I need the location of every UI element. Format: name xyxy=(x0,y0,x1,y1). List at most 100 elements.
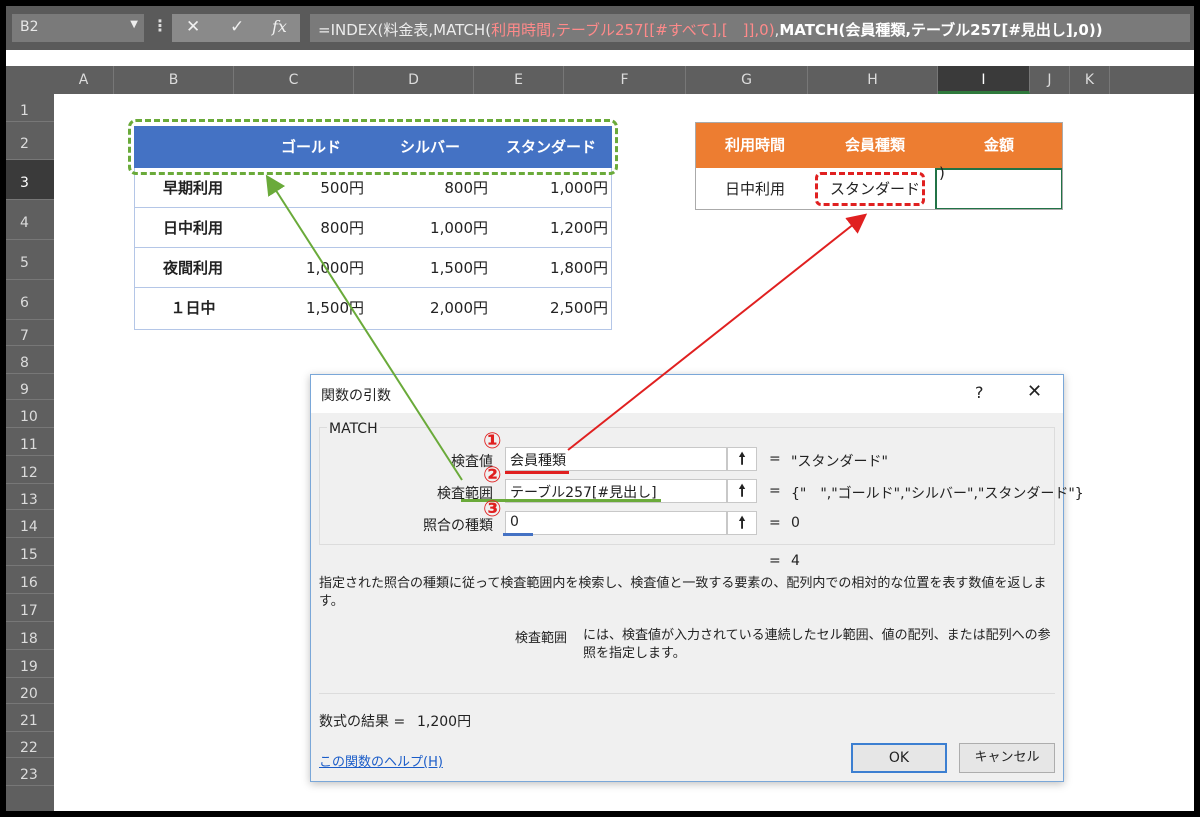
lookup-table-border xyxy=(695,122,1063,210)
excel-window: B2 ▼ ⋮ ✕ ✓ fx =INDEX(料金表,MATCH(利用時間,テーブル… xyxy=(0,0,1200,817)
price-cell[interactable]: 1,000円 xyxy=(490,168,608,208)
row-label[interactable]: 夜間利用 xyxy=(134,248,252,288)
column-header-a[interactable]: A xyxy=(54,66,114,94)
lookup-value-result: "スタンダード" xyxy=(791,454,888,470)
column-header-f[interactable]: F xyxy=(564,66,686,94)
price-cell[interactable]: 800円 xyxy=(252,208,364,248)
collapse-dialog-icon[interactable]: 🠕 xyxy=(727,447,757,471)
function-help-link[interactable]: この関数のヘルプ(H) xyxy=(319,751,443,770)
price-cell[interactable]: 1,200円 xyxy=(490,208,608,248)
row-header-22[interactable]: 22 xyxy=(6,732,54,758)
lookup-value-input[interactable]: 会員種類 xyxy=(505,447,727,471)
lookup-table: 利用時間 会員種類 金額 日中利用 スタンダード ) xyxy=(695,122,1063,210)
underline-blue xyxy=(503,533,533,536)
ok-button[interactable]: OK xyxy=(851,743,947,773)
row-header-8[interactable]: 8 xyxy=(6,346,54,374)
column-header-j[interactable]: J xyxy=(1030,66,1070,94)
row-header-14[interactable]: 14 xyxy=(6,510,54,538)
formula-input[interactable]: =INDEX(料金表,MATCH(利用時間,テーブル257[[#すべて],[ ]… xyxy=(310,14,1190,42)
more-options-icon: ⋮ xyxy=(152,16,168,35)
equals-sign: = xyxy=(769,553,781,569)
row-label[interactable]: １日中 xyxy=(134,288,252,328)
collapse-dialog-icon[interactable]: 🠕 xyxy=(727,479,757,503)
row-header-11[interactable]: 11 xyxy=(6,428,54,456)
argument-description: には、検査値が入力されている連続したセル範囲、値の配列、または配列への参照を指定… xyxy=(583,628,1051,661)
row-header-3[interactable]: 3 xyxy=(6,160,54,200)
row-header-13[interactable]: 13 xyxy=(6,484,54,510)
price-cell[interactable]: 1,500円 xyxy=(370,248,488,288)
formula-text-part1: =INDEX(料金表,MATCH( xyxy=(318,21,492,39)
help-icon[interactable]: ? xyxy=(975,383,984,402)
marker-2: ② xyxy=(483,463,502,488)
match-type-input[interactable]: 0 xyxy=(505,511,727,535)
row-header-12[interactable]: 12 xyxy=(6,456,54,484)
column-header-h[interactable]: H xyxy=(808,66,938,94)
price-cell[interactable]: 2,500円 xyxy=(490,288,608,328)
function-result: 4 xyxy=(791,553,800,569)
price-cell[interactable]: 2,000円 xyxy=(370,288,488,328)
row-header-2[interactable]: 2 xyxy=(6,122,54,160)
row-header-7[interactable]: 7 xyxy=(6,320,54,346)
column-header-c[interactable]: C xyxy=(234,66,354,94)
price-cell[interactable]: 1,800円 xyxy=(490,248,608,288)
row-header: 1 2 3 4 5 6 7 8 9 10 11 12 13 14 15 16 17 18 19 20 21 22 23 xyxy=(6,94,54,811)
cancel-button[interactable]: キャンセル xyxy=(959,743,1055,773)
row-header-4[interactable]: 4 xyxy=(6,200,54,240)
column-header: ABCDEFGHIJK xyxy=(6,66,1194,94)
formula-text-part2: 利用時間,テーブル257[[#すべて],[ ]],0) xyxy=(491,21,775,39)
equals-sign: = xyxy=(769,483,781,499)
equals-sign: = xyxy=(769,451,781,467)
column-header-e[interactable]: E xyxy=(474,66,564,94)
price-cell[interactable]: 800円 xyxy=(370,168,488,208)
name-box[interactable]: B2 ▼ xyxy=(12,14,144,42)
match-type-result: 0 xyxy=(791,515,800,531)
insert-function-icon[interactable]: fx xyxy=(272,17,287,36)
row-header-16[interactable]: 16 xyxy=(6,566,54,594)
price-cell[interactable]: 1,500円 xyxy=(252,288,364,328)
row-header-20[interactable]: 20 xyxy=(6,678,54,704)
pricing-row: 早期利用 500円 800円 1,000円 xyxy=(134,168,612,208)
match-type-label: 照合の種類 xyxy=(423,518,493,534)
row-header-17[interactable]: 17 xyxy=(6,594,54,622)
row-label[interactable]: 日中利用 xyxy=(134,208,252,248)
formula-bar: B2 ▼ ⋮ ✕ ✓ fx =INDEX(料金表,MATCH(利用時間,テーブル… xyxy=(6,6,1194,50)
row-header-23[interactable]: 23 xyxy=(6,758,54,786)
dialog-titlebar[interactable]: 関数の引数 ? ✕ xyxy=(311,375,1063,413)
row-header-1[interactable]: 1 xyxy=(6,94,54,122)
marker-1: ① xyxy=(483,429,502,454)
pricing-row: 夜間利用 1,000円 1,500円 1,800円 xyxy=(134,248,612,288)
row-header-10[interactable]: 10 xyxy=(6,400,54,428)
column-header-i[interactable]: I xyxy=(938,66,1030,94)
cancel-icon[interactable]: ✕ xyxy=(186,17,200,37)
row-header-21[interactable]: 21 xyxy=(6,704,54,732)
formula-buttons: ✕ ✓ fx xyxy=(172,14,300,42)
row-header-18[interactable]: 18 xyxy=(6,622,54,650)
column-header-b[interactable]: B xyxy=(114,66,234,94)
price-cell[interactable]: 500円 xyxy=(252,168,364,208)
lookup-array-result: {" ","ゴールド","シルバー","スタンダード"} xyxy=(791,486,1084,502)
column-header-g[interactable]: G xyxy=(686,66,808,94)
formula-text-part4: MATCH(会員種類,テーブル257[#見出し],0)) xyxy=(779,21,1103,39)
enter-icon[interactable]: ✓ xyxy=(230,17,244,37)
column-header-d[interactable]: D xyxy=(354,66,474,94)
equals-sign: = xyxy=(769,515,781,531)
column-header-k[interactable]: K xyxy=(1070,66,1110,94)
marker-3: ③ xyxy=(483,497,502,522)
row-header-6[interactable]: 6 xyxy=(6,280,54,320)
row-label[interactable]: 早期利用 xyxy=(134,168,252,208)
close-icon[interactable]: ✕ xyxy=(1027,381,1042,402)
underline-red xyxy=(505,471,569,474)
row-header-5[interactable]: 5 xyxy=(6,240,54,280)
name-box-value: B2 xyxy=(20,19,39,35)
row-header-15[interactable]: 15 xyxy=(6,538,54,566)
chevron-down-icon[interactable]: ▼ xyxy=(130,19,138,30)
header-highlight-box xyxy=(128,119,618,175)
function-arguments-dialog: 関数の引数 ? ✕ MATCH 検査値 会員種類 🠕 = "スタンダード" ① … xyxy=(310,374,1084,782)
divider xyxy=(319,693,1055,694)
price-cell[interactable]: 1,000円 xyxy=(370,208,488,248)
row-header-19[interactable]: 19 xyxy=(6,650,54,678)
price-cell[interactable]: 1,000円 xyxy=(252,248,364,288)
collapse-dialog-icon[interactable]: 🠕 xyxy=(727,511,757,535)
formula-result-value: 1,200円 xyxy=(417,714,472,730)
row-header-9[interactable]: 9 xyxy=(6,374,54,400)
